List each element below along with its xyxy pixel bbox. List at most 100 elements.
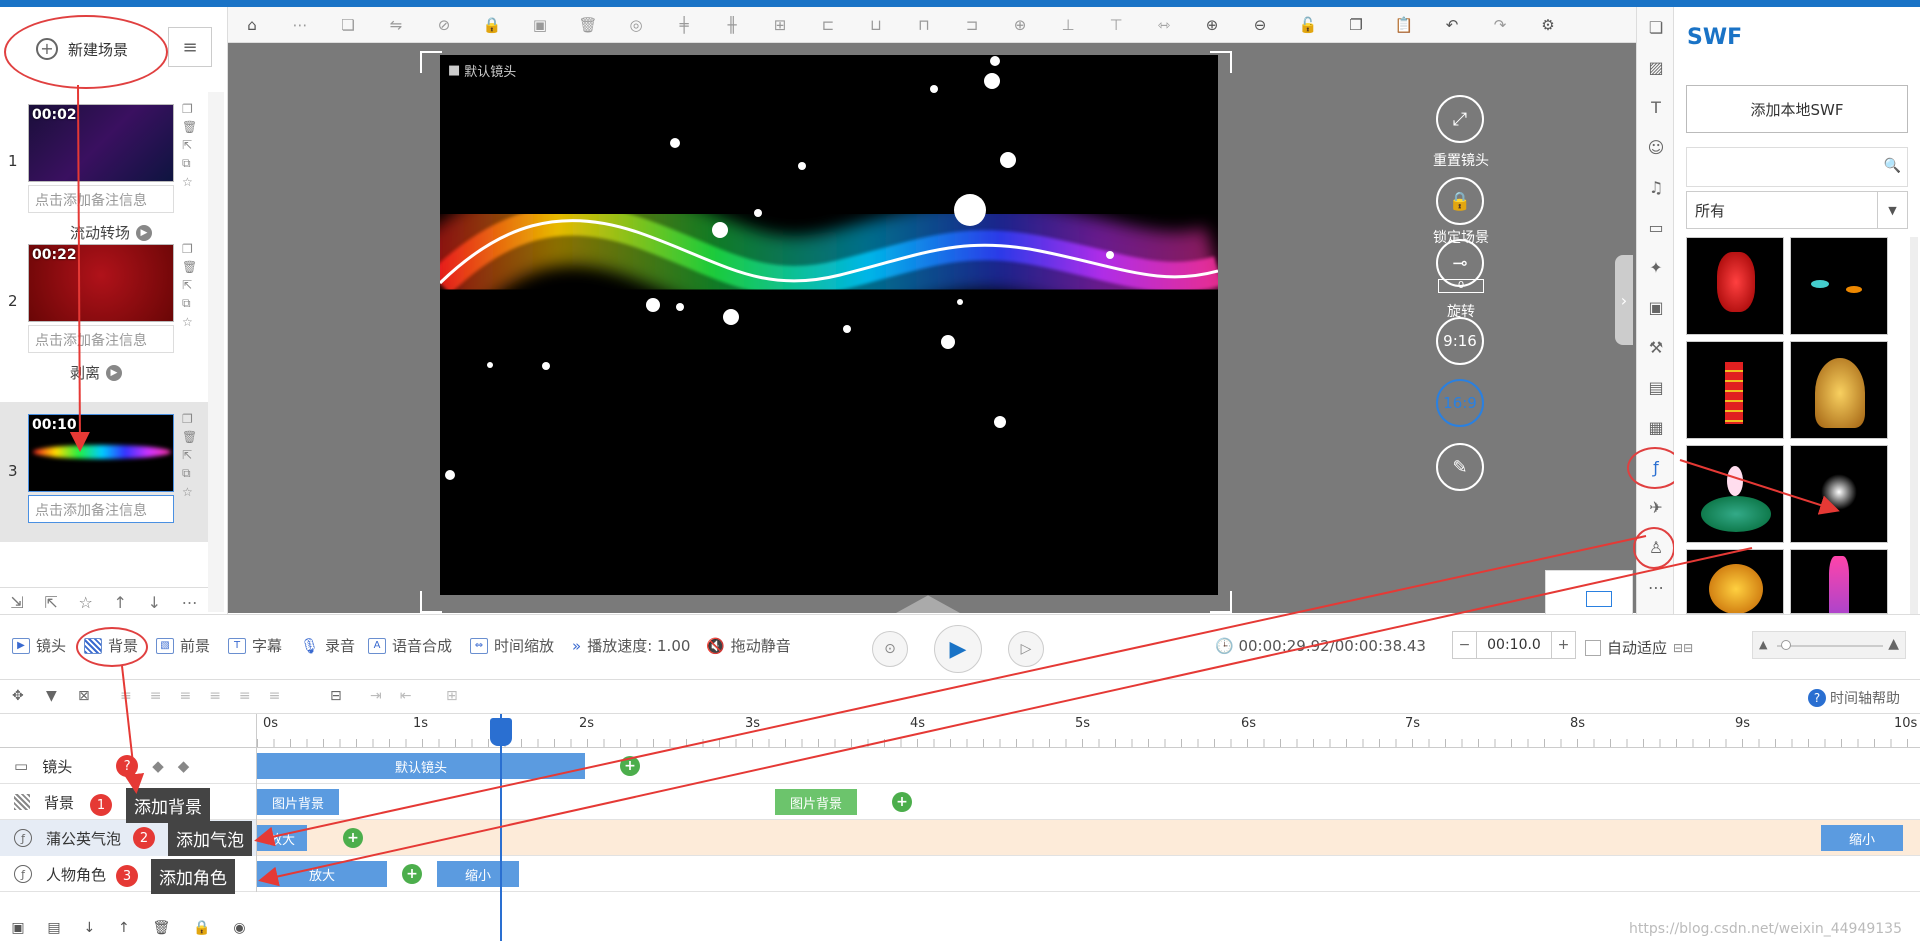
folder-icon[interactable]: ▤ — [47, 920, 60, 936]
scene-thumbnail[interactable]: 00:22 — [28, 244, 174, 322]
home-icon[interactable]: ⌂ — [240, 13, 264, 37]
delete-icon[interactable]: 🗑 — [182, 260, 198, 274]
export-icon[interactable]: ⇱ — [44, 593, 57, 612]
add-keyframe-button[interactable]: + — [620, 756, 640, 776]
clip[interactable]: 图片背景 — [775, 789, 857, 815]
scene-note-field[interactable]: 点击添加备注信息 — [28, 495, 174, 523]
edit-button[interactable]: ✎ — [1436, 443, 1484, 491]
delete-icon[interactable]: 🗑 — [153, 920, 171, 936]
track-body[interactable]: 图片背景 图片背景 + — [257, 784, 1920, 820]
swf-item-buddha[interactable] — [1790, 341, 1888, 439]
track-body[interactable]: 默认镜头 + — [257, 748, 1920, 784]
copy-icon[interactable]: ❐ — [182, 412, 198, 426]
lock-icon[interactable]: 🔒 — [193, 920, 210, 936]
clip[interactable]: 缩小 — [437, 861, 519, 887]
bubble-icon[interactable]: ▭ — [1644, 215, 1668, 239]
reset-camera-button[interactable]: ⤢ — [1436, 95, 1484, 143]
mute-tool[interactable]: 🔇 拖动静音 — [706, 635, 791, 656]
music-icon[interactable]: ♫ — [1644, 175, 1668, 199]
playhead[interactable] — [500, 714, 502, 941]
auto-fit-checkbox[interactable] — [1585, 639, 1601, 656]
magic-wand-icon[interactable]: ⚒ — [1644, 335, 1668, 359]
layer-icon[interactable]: ❏ — [336, 13, 360, 37]
subtitle-tool[interactable]: T 字幕 — [228, 635, 282, 656]
time-scale-tool[interactable]: ⇔ 时间缩放 — [470, 635, 554, 656]
lock-icon[interactable]: 🔓 — [1296, 13, 1320, 37]
group-icon[interactable]: ▣ — [528, 13, 552, 37]
swf-item-candle[interactable] — [1686, 549, 1784, 614]
hcenter-icon[interactable]: ⊤ — [1104, 13, 1128, 37]
visibility-icon[interactable]: ◉ — [233, 920, 245, 936]
lock-scene-button[interactable]: 🔒 — [1436, 177, 1484, 225]
hide-icon[interactable]: ⊘ — [432, 13, 456, 37]
vcenter-icon[interactable]: ⊥ — [1056, 13, 1080, 37]
scene-scrollbar[interactable] — [208, 92, 224, 612]
plane-icon[interactable]: ✈ — [1644, 495, 1668, 519]
text-icon[interactable]: T — [1644, 95, 1668, 119]
paste-icon[interactable]: 📋 — [1392, 13, 1416, 37]
more-icon[interactable]: ⋯ — [288, 13, 312, 37]
stage-preview[interactable]: ■ 默认镜头 — [440, 55, 1218, 595]
align-tools-icons[interactable]: ≡≡≡≡≡≡ — [120, 688, 298, 704]
scene-list-menu-button[interactable]: ≡ — [168, 27, 212, 67]
record-tool[interactable]: 🎙 录音 — [300, 635, 355, 656]
camera-tool[interactable]: ▶ 镜头 — [12, 635, 66, 656]
swf-scrollbar[interactable] — [1910, 237, 1918, 614]
new-scene-button[interactable]: + 新建场景 — [8, 27, 163, 71]
auto-fit-option[interactable]: 自动适应 ⊟⊟ — [1585, 637, 1693, 658]
export-icon[interactable]: ⇱ — [182, 138, 198, 152]
move-down-icon[interactable]: ↓ — [83, 920, 95, 936]
scene-note-field[interactable]: 点击添加备注信息 — [28, 325, 174, 353]
spacing-icons[interactable]: ⇥⇤ — [370, 688, 429, 704]
zoom-out-icon[interactable]: ⊖ — [1248, 13, 1272, 37]
swf-item-firecracker[interactable] — [1686, 341, 1784, 439]
star-icon[interactable]: ☆ — [182, 485, 198, 499]
delete-icon[interactable]: 🗑 — [576, 13, 600, 37]
clip[interactable]: 放大 — [257, 825, 307, 851]
help-icon[interactable]: ? — [116, 755, 139, 777]
scene-thumbnail[interactable]: 00:02 — [28, 104, 174, 182]
swf-search-input[interactable]: 🔍 — [1686, 147, 1908, 187]
compress-icon[interactable]: ⊟⊟ — [1673, 641, 1693, 655]
diamond-icon[interactable]: ◆ — [152, 757, 164, 775]
time-step-input[interactable]: − 00:10.0 + — [1452, 631, 1576, 659]
track-body[interactable]: 放大 + 缩小 — [257, 856, 1920, 892]
settings-icon[interactable]: ⚙ — [1536, 13, 1560, 37]
filter-icon[interactable]: ▼ — [46, 688, 57, 704]
slider-handle[interactable] — [1781, 640, 1791, 650]
video-icon[interactable]: ▦ — [1644, 415, 1668, 439]
preview-scene-button[interactable]: ⊙ — [872, 631, 908, 667]
swf-item-fish[interactable] — [1790, 237, 1888, 335]
expand-panel-tab[interactable]: › — [1615, 255, 1633, 345]
scene-item[interactable]: 1 00:02 点击添加备注信息 ❐ 🗑 ⇱ ⧉ ☆ 流动转场 ▶ — [0, 92, 208, 242]
swf-item-figure[interactable] — [1790, 549, 1888, 614]
canvas-area[interactable]: ■ 默认镜头 ⤢ 重置镜头 🔒 锁定场景 ⊸ 0 旋转 9:16 16:9 ✎ — [228, 43, 1636, 613]
lock-icon[interactable]: 🔒 — [480, 13, 504, 37]
more-icon[interactable]: ⋯ — [1644, 575, 1668, 599]
track-header[interactable]: ▭ 镜头 ? ◆ ◆ — [0, 748, 257, 784]
clip[interactable]: 放大 — [257, 861, 387, 887]
redo-icon[interactable]: ↷ — [1488, 13, 1512, 37]
scene-thumbnail[interactable]: 00:10 — [28, 414, 174, 492]
play-from-here-button[interactable]: ▷ — [1008, 631, 1044, 667]
star-icon[interactable]: ☆ — [182, 315, 198, 329]
ratio-landscape-button[interactable]: 16:9 — [1436, 379, 1484, 427]
step-value[interactable]: 00:10.0 — [1477, 632, 1551, 658]
duplicate-icon[interactable]: ⧉ — [182, 156, 198, 171]
align-top-icon[interactable]: ⊓ — [912, 13, 936, 37]
track-body[interactable]: 放大 + 缩小 — [257, 820, 1920, 856]
playhead-handle[interactable] — [490, 718, 512, 746]
scene-note-field[interactable]: 点击添加备注信息 — [28, 185, 174, 213]
timeline-zoom-slider[interactable]: ▲ ▲ — [1752, 631, 1906, 659]
scene-item-active[interactable]: 3 00:10 点击添加备注信息 ❐ 🗑 ⇱ ⧉ ☆ — [0, 402, 208, 542]
center-icon[interactable]: ⊕ — [1008, 13, 1032, 37]
align-icon[interactable]: ⊟ — [330, 688, 342, 704]
scene-transition[interactable]: 剥离 ▶ — [70, 362, 123, 383]
zoom-out-icon[interactable]: ▲ — [1759, 638, 1767, 651]
locate-icon[interactable]: ✥ — [12, 688, 24, 704]
move-up-icon[interactable]: ↑ — [114, 593, 127, 612]
distribute-icon[interactable]: ⊞ — [768, 13, 792, 37]
picture-icon[interactable]: ▣ — [1644, 295, 1668, 319]
copy-icon[interactable]: ❐ — [1344, 13, 1368, 37]
character-icon[interactable]: ☺ — [1644, 135, 1668, 159]
